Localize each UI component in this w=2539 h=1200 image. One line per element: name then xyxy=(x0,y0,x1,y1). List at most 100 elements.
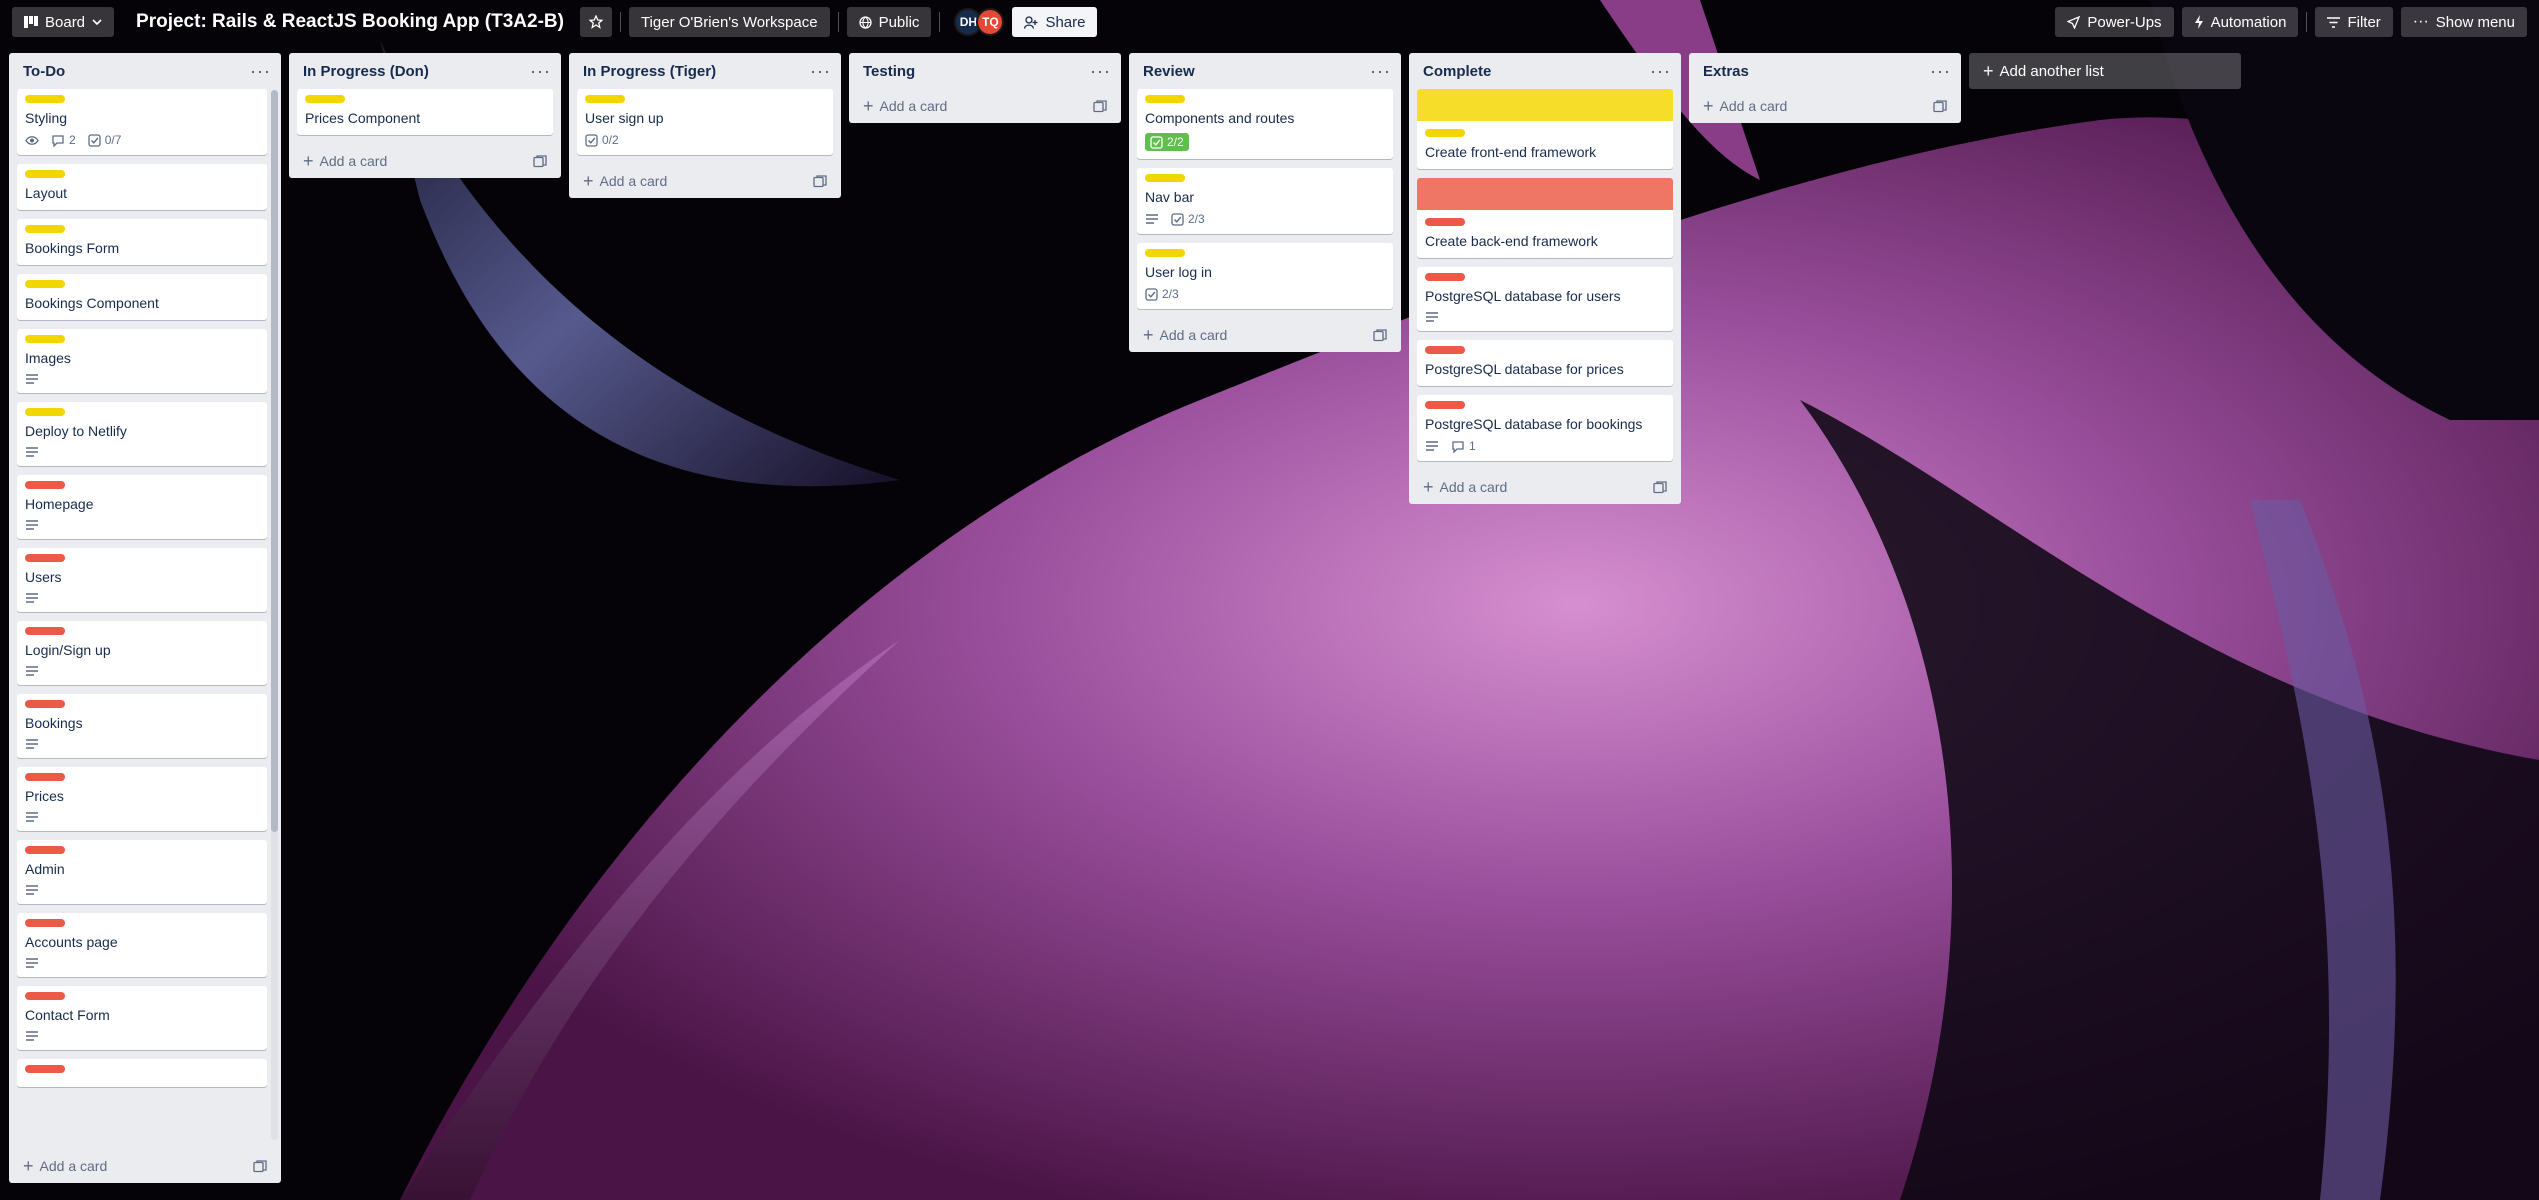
card-label-yellow[interactable] xyxy=(1145,174,1185,182)
list-menu-icon[interactable]: ··· xyxy=(250,62,271,80)
card-layout[interactable]: Layout xyxy=(17,164,267,210)
card-contact-form[interactable]: Contact Form xyxy=(17,986,267,1050)
card-postgresql-prices[interactable]: PostgreSQL database for prices xyxy=(1417,340,1673,386)
card-bookings-component[interactable]: Bookings Component xyxy=(17,274,267,320)
show-menu-button[interactable]: ··· Show menu xyxy=(2400,7,2527,37)
card-label-red[interactable] xyxy=(1425,401,1465,409)
card-create-front-end-framework[interactable]: Create front-end framework xyxy=(1417,89,1673,169)
card-user-sign-up[interactable]: User sign up 0/2 xyxy=(577,89,833,155)
list-menu-icon[interactable]: ··· xyxy=(530,62,551,80)
card-admin[interactable]: Admin xyxy=(17,840,267,904)
card-accounts-page[interactable]: Accounts page xyxy=(17,913,267,977)
list-header[interactable]: In Progress (Tiger) ··· xyxy=(569,53,841,89)
card-label-red[interactable] xyxy=(25,554,65,562)
card-postgresql-bookings[interactable]: PostgreSQL database for bookings 1 xyxy=(1417,395,1673,461)
card-label-red[interactable] xyxy=(1425,218,1465,226)
card-bookings[interactable]: Bookings xyxy=(17,694,267,758)
card-label-red[interactable] xyxy=(1425,273,1465,281)
card-label-red[interactable] xyxy=(25,481,65,489)
card-label-red[interactable] xyxy=(25,846,65,854)
card-template-icon[interactable] xyxy=(1653,480,1667,494)
card-bookings-form[interactable]: Bookings Form xyxy=(17,219,267,265)
filter-button[interactable]: Filter xyxy=(2315,7,2393,37)
card-label-yellow[interactable] xyxy=(585,95,625,103)
card-label-yellow[interactable] xyxy=(25,95,65,103)
card-deploy-to-netlify[interactable]: Deploy to Netlify xyxy=(17,402,267,466)
board-view-switcher[interactable]: Board xyxy=(12,7,115,37)
list-title[interactable]: Complete xyxy=(1423,63,1491,80)
card-label-red[interactable] xyxy=(25,773,65,781)
card-label-yellow[interactable] xyxy=(1145,95,1185,103)
avatar[interactable]: TQ xyxy=(976,8,1005,36)
list-title[interactable]: To-Do xyxy=(23,63,65,80)
card-users[interactable]: Users xyxy=(17,548,267,612)
card-login-sign-up[interactable]: Login/Sign up xyxy=(17,621,267,685)
list-menu-icon[interactable]: ··· xyxy=(810,62,831,80)
visibility-button[interactable]: Public xyxy=(846,7,932,37)
card-postgresql-users[interactable]: PostgreSQL database for users xyxy=(1417,267,1673,331)
add-card-button[interactable]: + Add a card xyxy=(23,1157,107,1175)
card-partial[interactable] xyxy=(17,1059,267,1087)
share-button[interactable]: Share xyxy=(1012,7,1098,37)
add-card-button[interactable]: + Add a card xyxy=(303,152,387,170)
card-prices[interactable]: Prices xyxy=(17,767,267,831)
list-title[interactable]: Testing xyxy=(863,63,915,80)
card-label-yellow[interactable] xyxy=(305,95,345,103)
add-card-button[interactable]: + Add a card xyxy=(1143,326,1227,344)
card-homepage[interactable]: Homepage xyxy=(17,475,267,539)
list-header[interactable]: Testing ··· xyxy=(849,53,1121,89)
card-components-and-routes[interactable]: Components and routes 2/2 xyxy=(1137,89,1393,159)
list-title[interactable]: Extras xyxy=(1703,63,1749,80)
star-button[interactable] xyxy=(579,7,612,37)
add-card-button[interactable]: + Add a card xyxy=(1423,478,1507,496)
card-badges xyxy=(25,811,259,823)
list-header[interactable]: Extras ··· xyxy=(1689,53,1961,89)
board-title[interactable]: Project: Rails & ReactJS Booking App (T3… xyxy=(122,11,572,33)
list-title[interactable]: In Progress (Don) xyxy=(303,63,429,80)
card-label-yellow[interactable] xyxy=(25,170,65,178)
card-prices-component[interactable]: Prices Component xyxy=(297,89,553,135)
card-template-icon[interactable] xyxy=(1933,99,1947,113)
card-label-yellow[interactable] xyxy=(25,335,65,343)
card-create-back-end-framework[interactable]: Create back-end framework xyxy=(1417,178,1673,258)
card-label-red[interactable] xyxy=(25,700,65,708)
card-title: Bookings Component xyxy=(25,295,159,311)
card-label-yellow[interactable] xyxy=(25,225,65,233)
list-title[interactable]: Review xyxy=(1143,63,1195,80)
list-title[interactable]: In Progress (Tiger) xyxy=(583,63,716,80)
automation-button[interactable]: Automation xyxy=(2181,7,2299,37)
card-styling[interactable]: Styling 2 0/7 xyxy=(17,89,267,155)
add-list-button[interactable]: + Add another list xyxy=(1969,53,2241,89)
card-user-log-in[interactable]: User log in 2/3 xyxy=(1137,243,1393,309)
list-menu-icon[interactable]: ··· xyxy=(1930,62,1951,80)
add-card-button[interactable]: + Add a card xyxy=(863,97,947,115)
card-template-icon[interactable] xyxy=(1373,328,1387,342)
list-header[interactable]: Review ··· xyxy=(1129,53,1401,89)
list-menu-icon[interactable]: ··· xyxy=(1090,62,1111,80)
workspace-button[interactable]: Tiger O'Brien's Workspace xyxy=(628,7,830,37)
card-label-yellow[interactable] xyxy=(1425,129,1465,137)
card-label-yellow[interactable] xyxy=(1145,249,1185,257)
card-label-yellow[interactable] xyxy=(25,280,65,288)
powerups-button[interactable]: Power-Ups xyxy=(2055,7,2174,37)
card-template-icon[interactable] xyxy=(1093,99,1107,113)
list-header[interactable]: To-Do ··· xyxy=(9,53,281,89)
card-label-red[interactable] xyxy=(25,992,65,1000)
card-label-yellow[interactable] xyxy=(25,408,65,416)
add-card-button[interactable]: + Add a card xyxy=(583,172,667,190)
list-header[interactable]: In Progress (Don) ··· xyxy=(289,53,561,89)
add-card-button[interactable]: + Add a card xyxy=(1703,97,1787,115)
list-header[interactable]: Complete ··· xyxy=(1409,53,1681,89)
card-images[interactable]: Images xyxy=(17,329,267,393)
card-label-red[interactable] xyxy=(25,627,65,635)
checklist-count: 0/2 xyxy=(602,133,619,147)
card-template-icon[interactable] xyxy=(813,174,827,188)
card-template-icon[interactable] xyxy=(253,1159,267,1173)
card-template-icon[interactable] xyxy=(533,154,547,168)
card-label-red[interactable] xyxy=(25,1065,65,1073)
card-nav-bar[interactable]: Nav bar 2/3 xyxy=(1137,168,1393,234)
card-label-red[interactable] xyxy=(1425,346,1465,354)
list-menu-icon[interactable]: ··· xyxy=(1370,62,1391,80)
card-label-red[interactable] xyxy=(25,919,65,927)
list-menu-icon[interactable]: ··· xyxy=(1650,62,1671,80)
